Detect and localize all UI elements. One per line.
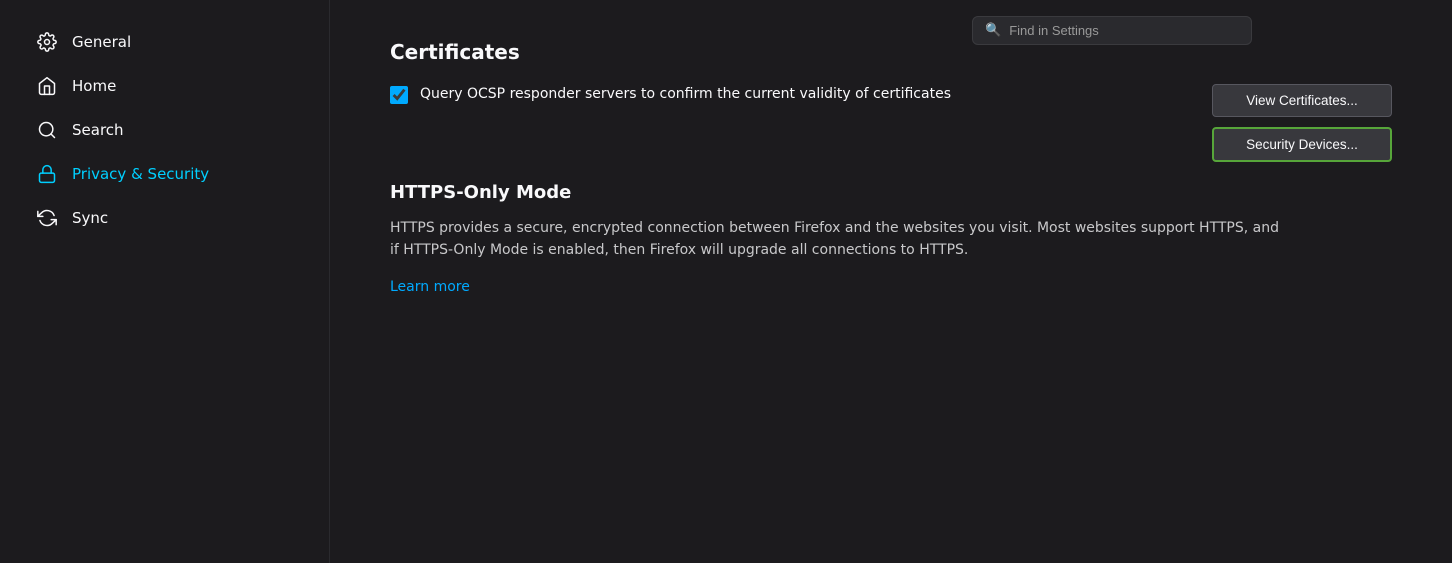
cert-left: Query OCSP responder servers to confirm … bbox=[390, 84, 1172, 108]
sync-icon bbox=[36, 207, 58, 229]
ocsp-checkbox-wrapper[interactable] bbox=[390, 86, 408, 108]
certificates-row: Query OCSP responder servers to confirm … bbox=[390, 84, 1392, 162]
sidebar-item-privacy-security-label: Privacy & Security bbox=[72, 165, 209, 183]
main-content: 🔍 Certificates Query OCSP responder serv… bbox=[330, 0, 1452, 563]
search-icon bbox=[36, 119, 58, 141]
https-only-mode-title: HTTPS-Only Mode bbox=[390, 182, 1392, 203]
sidebar-item-general[interactable]: General bbox=[8, 21, 321, 63]
view-certificates-button[interactable]: View Certificates... bbox=[1212, 84, 1392, 117]
sidebar-item-general-label: General bbox=[72, 33, 131, 51]
ocsp-label: Query OCSP responder servers to confirm … bbox=[420, 84, 951, 105]
https-section: HTTPS-Only Mode HTTPS provides a secure,… bbox=[390, 182, 1392, 295]
cert-buttons: View Certificates... Security Devices... bbox=[1212, 84, 1392, 162]
sidebar-item-search[interactable]: Search bbox=[8, 109, 321, 151]
sidebar: General Home Search Privacy & Security bbox=[0, 0, 330, 563]
sidebar-item-sync[interactable]: Sync bbox=[8, 197, 321, 239]
top-bar: 🔍 bbox=[972, 16, 1252, 45]
find-in-settings-box: 🔍 bbox=[972, 16, 1252, 45]
home-icon bbox=[36, 75, 58, 97]
sidebar-item-home-label: Home bbox=[72, 77, 116, 95]
security-devices-button[interactable]: Security Devices... bbox=[1212, 127, 1392, 162]
sidebar-item-search-label: Search bbox=[72, 121, 124, 139]
sidebar-item-privacy-security[interactable]: Privacy & Security bbox=[8, 153, 321, 195]
find-in-settings-input[interactable] bbox=[1009, 23, 1239, 38]
find-settings-icon: 🔍 bbox=[985, 23, 1001, 38]
gear-icon bbox=[36, 31, 58, 53]
sidebar-item-home[interactable]: Home bbox=[8, 65, 321, 107]
learn-more-link[interactable]: Learn more bbox=[390, 279, 470, 295]
ocsp-checkbox[interactable] bbox=[390, 86, 408, 104]
certificates-section: Certificates Query OCSP responder server… bbox=[390, 40, 1392, 162]
sidebar-item-sync-label: Sync bbox=[72, 209, 108, 227]
https-description: HTTPS provides a secure, encrypted conne… bbox=[390, 217, 1290, 262]
lock-icon bbox=[36, 163, 58, 185]
